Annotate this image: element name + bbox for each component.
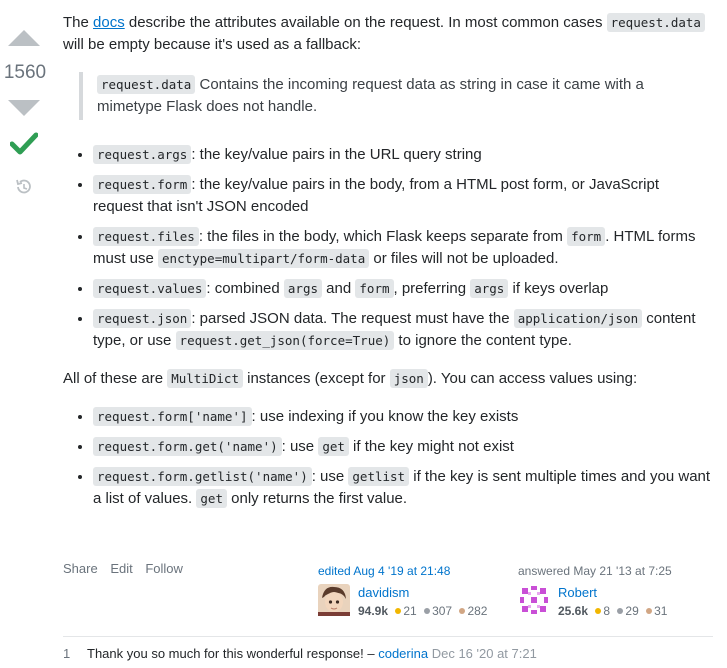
gold-badge-icon (595, 608, 602, 614)
edited-time-link[interactable]: edited Aug 4 '19 at 21:48 (318, 560, 513, 582)
comment-user-link[interactable]: coderina (378, 646, 428, 661)
code: get (318, 437, 349, 456)
text: : parsed JSON data. The request must hav… (191, 310, 514, 327)
edit-link[interactable]: Edit (110, 561, 132, 576)
code: request.form.getlist('name') (93, 467, 312, 486)
list-item: request.form['name']: use indexing if yo… (93, 406, 713, 428)
text: if the key might not exist (348, 438, 514, 455)
code-request-data: request.data (97, 75, 196, 94)
request-json-link[interactable]: request.json (93, 309, 192, 328)
vote-count: 1560 (3, 62, 47, 83)
text: The (63, 14, 94, 31)
reputation-score: 25.6k (558, 604, 589, 618)
text: describe the attributes available on the… (124, 14, 607, 31)
text: instances (except for (242, 370, 390, 387)
accepted-check-icon (9, 132, 39, 163)
gold-badge-icon (395, 608, 402, 614)
code: getlist (348, 467, 410, 486)
list-item: request.json: parsed JSON data. The requ… (93, 308, 713, 352)
text: only returns the first value. (226, 490, 408, 507)
editor-signature: edited Aug 4 '19 at 21:48 davidism 94.9k… (318, 560, 513, 618)
text: and (322, 280, 356, 297)
request-files-link[interactable]: request.files (93, 227, 199, 246)
downvote-arrow-icon[interactable] (8, 100, 40, 116)
post-meta: Share Edit Follow edited Aug 4 '19 at 21… (63, 558, 713, 618)
code: args (283, 279, 323, 298)
intro-paragraph: The docs describe the attributes availab… (63, 12, 713, 56)
bronze-badge-icon (459, 608, 466, 614)
multidict-link[interactable]: MultiDict (167, 369, 243, 388)
avatar[interactable] (318, 584, 350, 616)
text: : use (281, 438, 319, 455)
blockquote: request.data Contains the incoming reque… (79, 72, 713, 120)
list-item: request.files: the files in the body, wh… (93, 226, 713, 270)
list-item: request.form.getlist('name'): use getlis… (93, 466, 713, 510)
code: get (196, 489, 227, 508)
list-item: request.values: combined args and form, … (93, 278, 713, 300)
comment-text: Thank you so much for this wonderful res… (87, 646, 379, 661)
request-form-link[interactable]: request.form (93, 175, 192, 194)
reputation-score: 94.9k (358, 604, 389, 618)
list-item: request.form.get('name'): use get if the… (93, 436, 713, 458)
get-json-link[interactable]: request.get_json(force=True) (175, 331, 395, 350)
history-icon[interactable] (14, 177, 34, 204)
text: , preferring (393, 280, 471, 297)
silver-badge-count: 307 (432, 604, 453, 618)
code: request.form['name'] (93, 407, 252, 426)
text: : the key/value pairs in the URL query s… (191, 146, 482, 163)
gold-badge-count: 21 (403, 604, 417, 618)
code: args (470, 279, 509, 298)
code-request-data: request.data (606, 13, 705, 32)
list-item: request.args: the key/value pairs in the… (93, 144, 713, 166)
text: or files will not be uploaded. (369, 250, 559, 267)
code: enctype=multipart/form-data (158, 249, 370, 268)
text: : use (311, 468, 349, 485)
attributes-list: request.args: the key/value pairs in the… (63, 144, 713, 352)
text: All of these are (63, 370, 168, 387)
text: to ignore the content type. (394, 332, 572, 349)
editor-reputation: 94.9k 21 307 282 (358, 600, 487, 622)
silver-badge-icon (424, 608, 431, 614)
text: if keys overlap (508, 280, 609, 297)
silver-badge-icon (617, 608, 624, 614)
avatar[interactable] (518, 584, 550, 616)
code: json (389, 369, 428, 388)
share-link[interactable]: Share (63, 561, 98, 576)
code: request.form.get('name') (93, 437, 282, 456)
comment-row: 1 Thank you so much for this wonderful re… (63, 636, 713, 665)
upvote-arrow-icon[interactable] (8, 30, 40, 46)
text: will be empty because it's used as a fal… (63, 36, 362, 53)
bronze-badge-count: 31 (654, 604, 668, 618)
code: application/json (513, 309, 643, 328)
access-list: request.form['name']: use indexing if yo… (63, 406, 713, 510)
text: ). You can access values using: (427, 370, 638, 387)
docs-link[interactable]: docs (93, 14, 125, 31)
code: form (355, 279, 394, 298)
comment-score: 1 (63, 646, 71, 661)
gold-badge-count: 8 (603, 604, 611, 618)
follow-link[interactable]: Follow (145, 561, 183, 576)
request-values-link[interactable]: request.values (93, 279, 207, 298)
request-args-link[interactable]: request.args (93, 145, 192, 164)
post-actions: Share Edit Follow (63, 558, 192, 580)
text: : combined (206, 280, 284, 297)
code: form (567, 227, 606, 246)
text: : use indexing if you know the key exist… (251, 408, 519, 425)
silver-badge-count: 29 (625, 604, 639, 618)
author-signature: answered May 21 '13 at 7:25 Robert 25.6k… (518, 560, 713, 618)
answer-body: The docs describe the attributes availab… (63, 12, 713, 518)
author-reputation: 25.6k 8 29 31 (558, 600, 667, 622)
list-item: request.form: the key/value pairs in the… (93, 174, 713, 218)
text: : the files in the body, which Flask kee… (198, 228, 568, 245)
comment-date[interactable]: Dec 16 '20 at 7:21 (432, 646, 537, 661)
bronze-badge-count: 282 (467, 604, 488, 618)
bronze-badge-icon (646, 608, 653, 614)
multidict-paragraph: All of these are MultiDict instances (ex… (63, 368, 713, 390)
answered-time: answered May 21 '13 at 7:25 (518, 564, 672, 578)
